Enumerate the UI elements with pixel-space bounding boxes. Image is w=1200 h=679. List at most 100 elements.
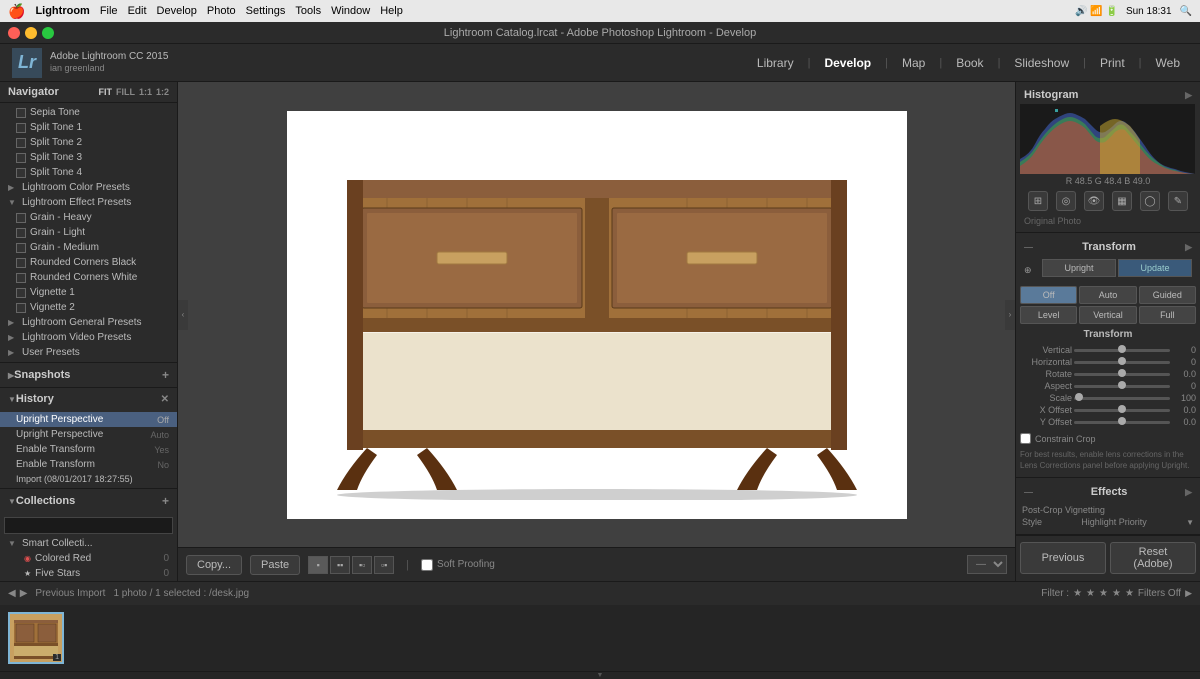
update-button[interactable]: Update xyxy=(1118,259,1192,277)
preset-split1[interactable]: Split Tone 1 xyxy=(0,120,177,135)
close-button[interactable] xyxy=(8,27,20,39)
fullscreen-button[interactable] xyxy=(42,27,54,39)
nav-map[interactable]: Map xyxy=(894,52,933,74)
nav-next[interactable]: ▶ xyxy=(20,588,28,599)
preset-rounded-white[interactable]: Rounded Corners White xyxy=(0,270,177,285)
collections-search-input[interactable] xyxy=(4,517,173,534)
yoffset-track[interactable] xyxy=(1074,421,1170,424)
menu-file[interactable]: File xyxy=(100,5,118,17)
group-general-presets[interactable]: ▶ Lightroom General Presets xyxy=(0,315,177,330)
radial-filter[interactable]: ◯ xyxy=(1140,191,1160,211)
filter-star-1[interactable]: ★ xyxy=(1073,588,1082,599)
view-side-by-side[interactable]: ▪▪ xyxy=(330,556,350,574)
filmstrip-thumb-1[interactable]: 1 xyxy=(8,612,64,664)
history-item-4[interactable]: Import (08/01/2017 18:27:55) xyxy=(0,472,177,486)
collections-header[interactable]: ▼ Collections + xyxy=(0,489,177,513)
copy-button[interactable]: Copy... xyxy=(186,555,242,575)
apple-menu[interactable]: 🍎 xyxy=(8,3,25,20)
snapshots-header[interactable]: ▶ Snapshots + xyxy=(0,363,177,387)
group-color-presets[interactable]: ▶ Lightroom Color Presets xyxy=(0,180,177,195)
constrain-crop-checkbox[interactable] xyxy=(1020,433,1031,444)
spot-removal[interactable]: ◎ xyxy=(1056,191,1076,211)
transform-guided[interactable]: Guided xyxy=(1139,286,1196,304)
transform-vertical[interactable]: Vertical xyxy=(1079,306,1136,324)
collections-add[interactable]: + xyxy=(162,494,169,508)
window-controls[interactable] xyxy=(8,27,54,39)
menu-window[interactable]: Window xyxy=(331,5,370,17)
graduated-filter[interactable]: ▦ xyxy=(1112,191,1132,211)
filter-star-4[interactable]: ★ xyxy=(1112,588,1121,599)
history-close[interactable]: ✕ xyxy=(161,394,169,405)
transform-full[interactable]: Full xyxy=(1139,306,1196,324)
nav-prev[interactable]: ◀ xyxy=(8,588,16,599)
reset-button[interactable]: Reset (Adobe) xyxy=(1110,542,1196,574)
red-eye[interactable]: 👁 xyxy=(1084,191,1104,211)
preset-sepia[interactable]: Sepia Tone xyxy=(0,105,177,120)
nav-ctrl-1-2[interactable]: 1:2 xyxy=(156,87,169,97)
group-effect-presets[interactable]: ▼ Lightroom Effect Presets xyxy=(0,195,177,210)
menu-edit[interactable]: Edit xyxy=(128,5,147,17)
transform-off[interactable]: Off xyxy=(1020,286,1077,304)
filter-expand[interactable]: ▶ xyxy=(1185,588,1192,599)
preset-grain-heavy[interactable]: Grain - Heavy xyxy=(0,210,177,225)
transform-header[interactable]: — Transform ▶ xyxy=(1020,237,1196,257)
app-name[interactable]: Lightroom xyxy=(35,5,89,17)
snapshots-add[interactable]: + xyxy=(162,368,169,382)
preset-grain-light[interactable]: Grain - Light xyxy=(0,225,177,240)
transform-level[interactable]: Level xyxy=(1020,306,1077,324)
paste-button[interactable]: Paste xyxy=(250,555,300,575)
filter-star-3[interactable]: ★ xyxy=(1099,588,1108,599)
menu-help[interactable]: Help xyxy=(380,5,403,17)
vertical-track[interactable] xyxy=(1074,349,1170,352)
scale-track[interactable] xyxy=(1074,397,1170,400)
histogram-expand[interactable]: ▶ xyxy=(1185,90,1192,101)
view-split[interactable]: ▪▫ xyxy=(352,556,372,574)
history-item-3[interactable]: Enable Transform No xyxy=(0,457,177,472)
soft-proofing-toggle[interactable]: Soft Proofing xyxy=(421,559,495,571)
histogram-header[interactable]: Histogram ▶ xyxy=(1020,86,1196,104)
nav-print[interactable]: Print xyxy=(1092,52,1133,74)
preset-split4[interactable]: Split Tone 4 xyxy=(0,165,177,180)
minimize-button[interactable] xyxy=(25,27,37,39)
menu-photo[interactable]: Photo xyxy=(207,5,236,17)
group-user-presets[interactable]: ▶ User Presets xyxy=(0,345,177,360)
develop-select[interactable]: — xyxy=(967,555,1007,574)
navigator-header[interactable]: Navigator FIT FILL 1:1 1:2 xyxy=(0,82,177,102)
menu-develop[interactable]: Develop xyxy=(157,5,197,17)
left-panel-collapse[interactable]: ‹ xyxy=(178,300,188,330)
collection-five-stars[interactable]: ★ Five Stars 0 xyxy=(0,566,177,581)
nav-ctrl-1-1[interactable]: 1:1 xyxy=(139,87,152,97)
view-compare[interactable]: ▫▪ xyxy=(374,556,394,574)
history-header[interactable]: ▼ History ✕ xyxy=(0,388,177,410)
history-item-0[interactable]: Upright Perspective Off xyxy=(0,412,177,427)
menu-tools[interactable]: Tools xyxy=(295,5,321,17)
history-item-1[interactable]: Upright Perspective Auto xyxy=(0,427,177,442)
soft-proofing-checkbox[interactable] xyxy=(421,559,433,571)
collection-colored-red[interactable]: ◉ Colored Red 0 xyxy=(0,551,177,566)
filter-star-2[interactable]: ★ xyxy=(1086,588,1095,599)
nav-develop[interactable]: Develop xyxy=(816,52,879,74)
previous-button[interactable]: Previous xyxy=(1020,542,1106,574)
nav-library[interactable]: Library xyxy=(749,52,802,74)
menu-settings[interactable]: Settings xyxy=(246,5,286,17)
xoffset-track[interactable] xyxy=(1074,409,1170,412)
effects-header[interactable]: — Effects ▶ xyxy=(1020,482,1196,502)
preset-vignette2[interactable]: Vignette 2 xyxy=(0,300,177,315)
history-item-2[interactable]: Enable Transform Yes xyxy=(0,442,177,457)
adjustment-brush[interactable]: ✎ xyxy=(1168,191,1188,211)
nav-web[interactable]: Web xyxy=(1148,52,1188,74)
view-single[interactable]: ▪ xyxy=(308,556,328,574)
preset-split3[interactable]: Split Tone 3 xyxy=(0,150,177,165)
preset-vignette1[interactable]: Vignette 1 xyxy=(0,285,177,300)
nav-ctrl-fit[interactable]: FIT xyxy=(98,87,112,97)
nav-ctrl-fill[interactable]: FILL xyxy=(116,87,135,97)
aspect-track[interactable] xyxy=(1074,385,1170,388)
filmstrip-expand-btn[interactable]: ▼ xyxy=(0,671,1200,679)
horizontal-track[interactable] xyxy=(1074,361,1170,364)
rotate-track[interactable] xyxy=(1074,373,1170,376)
transform-auto[interactable]: Auto xyxy=(1079,286,1136,304)
style-value[interactable]: Highlight Priority xyxy=(1081,517,1147,527)
crop-tool[interactable]: ⊞ xyxy=(1028,191,1048,211)
smart-collections-group[interactable]: ▼ Smart Collecti... xyxy=(0,536,177,551)
right-panel-collapse[interactable]: › xyxy=(1005,300,1015,330)
